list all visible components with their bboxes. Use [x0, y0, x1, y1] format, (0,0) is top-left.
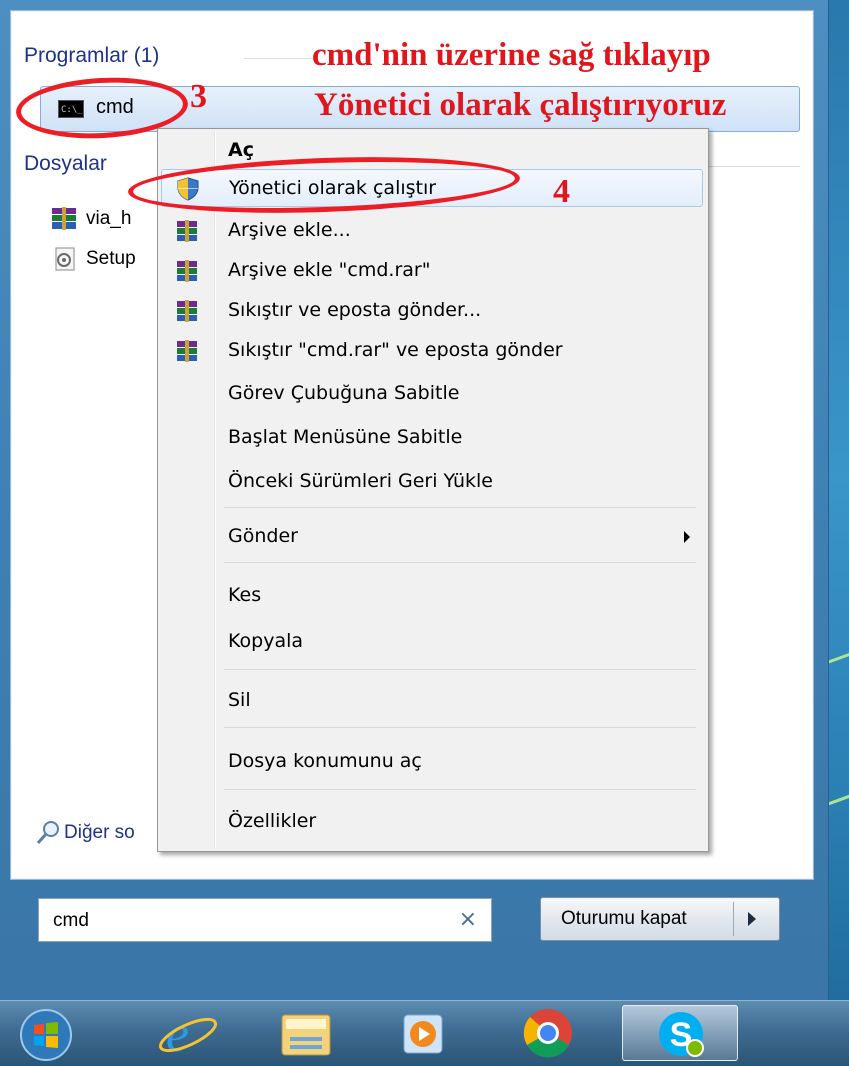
menu-item-pin-to-start-menu[interactable]: Başlat Menüsüne Sabitle [158, 419, 708, 457]
menu-item-copy[interactable]: Kopyala [158, 623, 708, 661]
menu-item-label: Sil [228, 689, 251, 711]
menu-item-label: Görev Çubuğuna Sabitle [228, 382, 460, 404]
menu-item-label: Dosya konumunu aç [228, 750, 422, 772]
winrar-icon [174, 339, 200, 363]
menu-item-open-file-location[interactable]: Dosya konumunu aç [158, 743, 708, 781]
menu-separator [224, 562, 696, 563]
menu-separator [224, 507, 696, 508]
menu-item-label: Başlat Menüsüne Sabitle [228, 426, 463, 448]
annotation-line-1: cmd'nin üzerine sağ tıklayıp [312, 37, 711, 73]
annotation-step-4: 4 [553, 173, 570, 210]
menu-separator [224, 727, 696, 728]
menu-item-label: Önceki Sürümleri Geri Yükle [228, 470, 493, 492]
taskbar-chrome[interactable] [508, 1005, 588, 1061]
menu-item-properties[interactable]: Özellikler [158, 803, 708, 841]
setup-file-icon [50, 246, 80, 272]
button-divider [733, 902, 734, 936]
annotation-line-2: Yönetici olarak çalıştırıyoruz [314, 87, 727, 123]
start-search-box[interactable]: × [38, 898, 492, 942]
menu-item-add-to-archive[interactable]: Arşive ekle... [158, 212, 708, 250]
taskbar: e S [0, 1000, 849, 1064]
menu-item-label: Gönder [228, 525, 298, 547]
winrar-icon [174, 219, 200, 243]
menu-item-restore-previous-versions[interactable]: Önceki Sürümleri Geri Yükle [158, 463, 708, 501]
menu-item-send-to[interactable]: Gönder [158, 518, 708, 556]
taskbar-windows-explorer[interactable] [268, 1005, 348, 1061]
menu-item-compress-and-email[interactable]: Sıkıştır ve eposta gönder... [158, 292, 708, 330]
menu-separator [224, 669, 696, 670]
programs-header: Programlar (1) [24, 44, 160, 67]
file-item-label: Setup [86, 248, 136, 270]
taskbar-media-player[interactable] [384, 1005, 464, 1061]
file-item[interactable]: via_h [50, 206, 131, 232]
files-header: Dosyalar [24, 152, 107, 175]
winrar-icon [174, 299, 200, 323]
skype-icon: S [659, 1012, 704, 1057]
menu-item-label: Kopyala [228, 630, 304, 652]
taskbar-internet-explorer[interactable]: e [148, 1005, 228, 1063]
menu-item-label: Aç [228, 139, 254, 161]
menu-item-compress-cmd-rar-and-email[interactable]: Sıkıştır "cmd.rar" ve eposta gönder [158, 332, 708, 370]
taskbar-skype[interactable]: S [622, 1005, 738, 1061]
menu-item-cut[interactable]: Kes [158, 577, 708, 615]
context-menu: Aç Yönetici olarak çalıştır Arşive ekle.… [157, 128, 709, 852]
menu-item-delete[interactable]: Sil [158, 682, 708, 720]
menu-item-label: Özellikler [228, 810, 317, 832]
menu-item-label: Sıkıştır ve eposta gönder... [228, 299, 482, 321]
submenu-arrow-icon [684, 531, 690, 543]
menu-item-label: Arşive ekle "cmd.rar" [228, 259, 431, 281]
media-player-icon [403, 1014, 443, 1054]
chrome-icon [523, 1009, 572, 1058]
log-off-button[interactable]: Oturumu kapat [540, 897, 780, 941]
menu-item-label: Kes [228, 584, 262, 606]
menu-item-add-to-cmd-rar[interactable]: Arşive ekle "cmd.rar" [158, 252, 708, 290]
programs-divider [244, 58, 314, 59]
start-orb-icon [20, 1009, 72, 1061]
menu-item-pin-to-taskbar[interactable]: Görev Çubuğuna Sabitle [158, 375, 708, 413]
menu-item-label: Sıkıştır "cmd.rar" ve eposta gönder [228, 339, 563, 361]
winrar-archive-icon [50, 206, 80, 232]
search-icon [34, 818, 64, 848]
search-input[interactable] [51, 907, 445, 935]
files-divider [708, 166, 800, 167]
annotation-step-3: 3 [190, 78, 207, 115]
see-more-results-link[interactable]: Diğer so [34, 818, 135, 848]
start-button[interactable] [8, 1005, 88, 1061]
winrar-icon [174, 259, 200, 283]
file-item[interactable]: Setup [50, 246, 136, 272]
shutdown-options-arrow-icon[interactable] [748, 912, 756, 926]
clear-search-icon[interactable]: × [459, 907, 477, 932]
menu-separator [224, 789, 696, 790]
file-item-label: via_h [86, 208, 132, 230]
menu-item-label: Arşive ekle... [228, 219, 351, 241]
internet-explorer-icon: e [158, 1006, 218, 1063]
log-off-label: Oturumu kapat [561, 908, 687, 929]
see-more-results-label: Diğer so [64, 822, 135, 844]
windows-explorer-icon [281, 1014, 331, 1056]
